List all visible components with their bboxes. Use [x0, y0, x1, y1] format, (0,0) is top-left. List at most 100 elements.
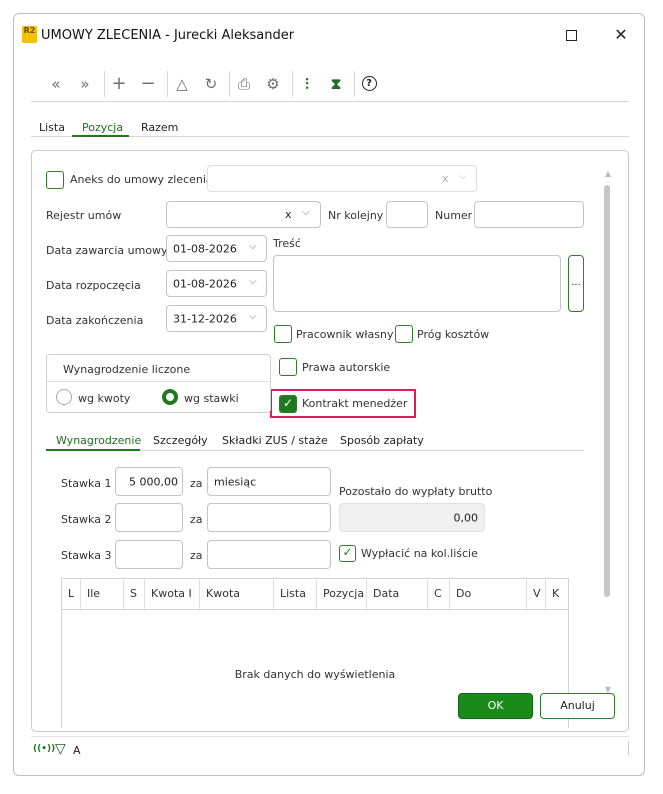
add-icon[interactable]: + [108, 74, 130, 94]
signal-icon: ((•)) [33, 744, 56, 754]
window-title: UMOWY ZLECENIA - Jurecki Aleksander [41, 28, 295, 43]
triangle-icon[interactable]: △ [171, 74, 193, 94]
tab-razem[interactable]: Razem [141, 121, 178, 134]
jednostka1-input[interactable]: miesiąc [207, 467, 331, 496]
numer-input[interactable] [474, 201, 584, 228]
tab-active-indicator [72, 135, 129, 137]
settings-icon[interactable]: ⚙ [262, 74, 284, 94]
chevron-down-icon[interactable]: ⌵ [249, 276, 257, 287]
aneks-checkbox[interactable] [46, 171, 64, 189]
filter-icon[interactable]: ▽ [55, 741, 66, 757]
table-column-header[interactable]: Do [450, 579, 527, 609]
tab-lista[interactable]: Lista [39, 121, 65, 134]
data-zawarcia-input[interactable]: 01-08-2026 ⌵ [166, 235, 267, 262]
table-empty-message: Brak danych do wyświetlenia [234, 668, 396, 681]
table-header-divider [62, 609, 568, 610]
stawka3-input[interactable] [115, 540, 183, 569]
numer-label: Numer [435, 209, 473, 222]
table-column-header[interactable]: Data [367, 579, 428, 609]
pracownik-wlasny-checkbox[interactable] [274, 325, 292, 343]
table-column-header[interactable]: C [428, 579, 450, 609]
za3-label: za [190, 549, 203, 562]
wg-stawki-label: wg stawki [184, 392, 239, 405]
nr-kolejny-input[interactable] [386, 201, 428, 228]
pozostalo-value: 0,00 [339, 503, 485, 532]
jednostka2-input[interactable] [207, 503, 331, 532]
data-rozpoczecia-label: Data rozpoczęcia [46, 279, 141, 292]
chevron-down-icon[interactable]: ⌵ [249, 241, 257, 252]
data-zakonczenia-label: Data zakończenia [46, 314, 144, 327]
group-divider [47, 381, 270, 382]
scrollbar-thumb[interactable] [604, 185, 610, 597]
rejestr-clear-icon[interactable]: x [285, 208, 292, 221]
columns-icon[interactable]: ⫶ [296, 74, 318, 94]
table-column-header[interactable]: V [527, 579, 546, 609]
toolbar-separator [229, 71, 230, 97]
help-icon[interactable]: ? [358, 74, 380, 94]
rejestr-select[interactable]: x ⌵ [166, 201, 321, 228]
remove-icon[interactable]: − [137, 74, 159, 94]
table-column-header[interactable]: K [546, 579, 568, 609]
chevron-down-icon[interactable]: ⌵ [459, 171, 467, 182]
subtab-skladki-zus[interactable]: Składki ZUS / staże [222, 434, 328, 447]
table-column-header[interactable]: Pozycja [317, 579, 367, 609]
pozostalo-label: Pozostało do wypłaty brutto [339, 485, 493, 498]
ok-button[interactable]: OK [458, 693, 533, 719]
toolbar-separator [292, 71, 293, 97]
close-button[interactable]: ✕ [610, 24, 632, 46]
chevron-down-icon[interactable]: ⌵ [249, 311, 257, 322]
maximize-button[interactable] [560, 24, 582, 46]
data-zakonczenia-input[interactable]: 31-12-2026 ⌵ [166, 305, 267, 332]
subtab-szczegoly[interactable]: Szczegóły [153, 434, 208, 447]
table-column-header[interactable]: S [124, 579, 145, 609]
rejestr-label: Rejestr umów [46, 209, 122, 222]
toolbar-divider [31, 101, 629, 102]
wyplacic-checkbox[interactable]: ✓ [339, 545, 356, 562]
wyplacic-label: Wypłacić na kol.liście [361, 547, 478, 560]
first-record-icon[interactable]: « [45, 74, 67, 94]
tab-pozycja[interactable]: Pozycja [82, 121, 123, 134]
table-column-header[interactable]: Kwota [200, 579, 274, 609]
aneks-label: Aneks do umowy zlecenia [70, 173, 213, 186]
prog-kosztow-label: Próg kosztów [417, 328, 490, 341]
za2-label: za [190, 513, 203, 526]
table-column-header[interactable]: Kwota I [145, 579, 200, 609]
status-letter: A [73, 744, 81, 757]
scroll-up-icon[interactable]: ▲ [604, 169, 612, 181]
data-rozpoczecia-input[interactable]: 01-08-2026 ⌵ [166, 270, 267, 297]
tresc-textarea[interactable] [273, 255, 561, 312]
tresc-ellipsis-button[interactable]: ... [568, 255, 584, 312]
table-column-header[interactable]: Ile [81, 579, 124, 609]
prawa-autorskie-label: Prawa autorskie [302, 361, 391, 374]
subtab-active-indicator [46, 449, 140, 451]
wynagrodzenie-group-title: Wynagrodzenie liczone [63, 363, 191, 376]
pracownik-wlasny-label: Pracownik własny [296, 328, 394, 341]
wg-kwoty-radio[interactable] [56, 389, 72, 405]
za1-label: za [190, 477, 203, 490]
toolbar-separator [167, 71, 168, 97]
refresh-icon[interactable]: ↻ [200, 74, 222, 94]
subtab-wynagrodzenie[interactable]: Wynagrodzenie [56, 434, 141, 447]
data-zawarcia-label: Data zawarcia umowy [46, 244, 168, 257]
chevron-down-icon[interactable]: ⌵ [302, 207, 310, 218]
cancel-button[interactable]: Anuluj [540, 693, 615, 719]
statusbar-separator [628, 741, 629, 755]
aneks-clear-icon[interactable]: x [442, 172, 449, 185]
prawa-autorskie-checkbox[interactable] [279, 358, 297, 376]
hourglass-icon[interactable]: ⧗ [325, 74, 347, 94]
stawka2-input[interactable] [115, 503, 183, 532]
wg-stawki-radio[interactable] [162, 389, 178, 405]
print-icon[interactable]: ⎙ [233, 74, 255, 94]
table-column-header[interactable]: L [62, 579, 81, 609]
aneks-select[interactable]: x ⌵ [207, 165, 477, 192]
jednostka3-input[interactable] [207, 540, 331, 569]
tresc-label: Treść [273, 237, 301, 250]
subtab-sposob-zaplaty[interactable]: Sposób zapłaty [340, 434, 424, 447]
table-column-header[interactable]: Lista [274, 579, 317, 609]
stawka1-input[interactable]: 5 000,00 [115, 467, 183, 496]
statusbar-divider [31, 736, 629, 737]
prog-kosztow-checkbox[interactable] [395, 325, 413, 343]
kontrakt-menedzer-checkbox[interactable]: ✓ [279, 395, 297, 413]
stawka2-label: Stawka 2 [61, 513, 112, 526]
next-record-icon[interactable]: » [74, 74, 96, 94]
